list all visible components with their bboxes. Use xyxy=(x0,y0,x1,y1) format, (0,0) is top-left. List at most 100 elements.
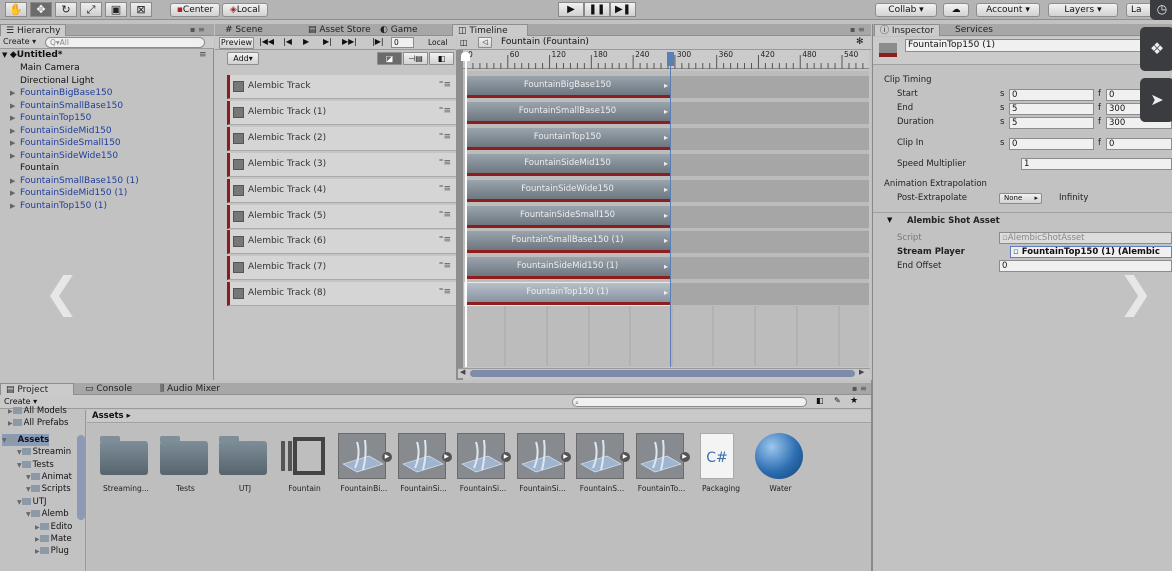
project-tree-item[interactable]: ▶ All Prefabs xyxy=(8,417,68,429)
frame-input[interactable]: 0 xyxy=(391,37,414,48)
track-lane[interactable] xyxy=(670,205,869,228)
project-tree-item[interactable]: ▶ All Models xyxy=(8,405,67,417)
step-button[interactable]: ▶❚ xyxy=(610,2,636,17)
tab-hierarchy[interactable]: ☰ Hierarchy xyxy=(0,24,67,36)
pivot-local-button[interactable]: ◈Local xyxy=(222,3,268,17)
loop-icon[interactable]: |▶| xyxy=(372,37,384,46)
asset-item[interactable]: Streaming... xyxy=(100,433,152,493)
tab-services[interactable]: Services xyxy=(950,24,998,36)
favorite-star-icon[interactable]: ★ xyxy=(850,396,858,406)
add-track-button[interactable]: Add▾ xyxy=(227,52,259,65)
tab-asset-store[interactable]: ▤ Asset Store xyxy=(303,24,376,36)
asset-item[interactable]: UTJ xyxy=(219,433,271,493)
curves-toggle-button[interactable]: ◪ xyxy=(377,52,402,65)
expand-arrow-icon[interactable]: ▶ xyxy=(10,187,20,200)
tab-timeline[interactable]: ◫ Timeline xyxy=(452,24,528,36)
project-tree-item[interactable]: ▼ UTJ xyxy=(17,496,47,508)
expand-arrow-icon[interactable]: ▶ xyxy=(10,100,20,113)
play-preview-icon[interactable]: ▶ xyxy=(382,452,392,462)
track-lane[interactable] xyxy=(670,101,869,124)
hierarchy-create-button[interactable]: Create ▾ xyxy=(3,37,36,46)
project-tree-item[interactable]: ▼ Tests xyxy=(17,459,54,471)
asset-item[interactable]: ▶ FountainS... xyxy=(576,433,630,493)
snap-toggle-button[interactable]: ⊣▤ xyxy=(403,52,428,65)
asset-item[interactable]: ▶ FountainTo... xyxy=(635,433,690,493)
track-lane[interactable] xyxy=(670,179,869,202)
timeline-clip[interactable]: FountainSideSmall150 ▸ xyxy=(465,205,670,228)
track-menu-icon[interactable]: ⁼≡ xyxy=(439,106,451,116)
play-preview-icon[interactable]: ▶ xyxy=(679,452,690,462)
track-lane[interactable] xyxy=(670,76,869,98)
move-tool-icon[interactable]: ✥ xyxy=(30,2,52,17)
component-foldout-icon[interactable]: ▼ xyxy=(887,216,892,224)
hierarchy-search-input[interactable]: Q▾All xyxy=(45,37,205,48)
hierarchy-item[interactable]: Directional Light xyxy=(10,75,94,88)
speed-multiplier-field[interactable]: 1 xyxy=(1021,158,1172,170)
seconds-field[interactable]: 5 xyxy=(1009,117,1094,129)
track-menu-icon[interactable]: ⁼≡ xyxy=(439,80,451,90)
hierarchy-item[interactable]: Main Camera xyxy=(10,62,80,75)
pivot-center-button[interactable]: ▪Center xyxy=(170,3,220,17)
tab-audio-mixer[interactable]: ⫼ Audio Mixer xyxy=(155,383,225,395)
hierarchy-item[interactable]: ▶ FountainTop150 (1) xyxy=(10,200,107,213)
goto-end-icon[interactable]: ▶▶| xyxy=(342,37,357,46)
seconds-field[interactable]: 0 xyxy=(1009,138,1094,150)
hierarchy-item[interactable]: ▶ FountainSideMid150 (1) xyxy=(10,187,127,200)
tab-scene[interactable]: # Scene xyxy=(220,24,268,36)
hierarchy-item[interactable]: Fountain xyxy=(10,162,59,175)
hierarchy-item[interactable]: ▶ FountainSideSmall150 xyxy=(10,137,121,150)
pause-button[interactable]: ❚❚ xyxy=(584,2,610,17)
asset-breadcrumb[interactable]: Assets ▸ xyxy=(92,410,131,423)
hierarchy-item[interactable]: ▶ FountainSideWide150 xyxy=(10,150,118,163)
timeline-track[interactable]: Alembic Track (5) ⁼≡ xyxy=(227,204,456,229)
post-extrapolate-dropdown[interactable]: None ▸ xyxy=(999,193,1042,204)
scene-row[interactable]: ▼ ◆Untitled* xyxy=(2,49,63,62)
timeline-track[interactable]: Alembic Track (4) ⁼≡ xyxy=(227,178,456,203)
track-menu-icon[interactable]: ⁼≡ xyxy=(439,158,451,168)
next-frame-icon[interactable]: ▶| xyxy=(323,37,332,46)
timeline-track[interactable]: Alembic Track ⁼≡ xyxy=(227,75,456,99)
playhead-handle[interactable] xyxy=(461,52,470,61)
track-menu-icon[interactable]: ⁼≡ xyxy=(439,261,451,271)
asset-item[interactable]: ▶ FountainSi... xyxy=(397,433,452,493)
side-overlay-button-1[interactable]: ❖ xyxy=(1140,27,1172,71)
local-time-toggle[interactable]: Local xyxy=(428,38,447,47)
transform-tool-icon[interactable]: ⊠ xyxy=(130,2,152,17)
asset-item[interactable]: Tests xyxy=(159,433,212,493)
timeline-panel-menu-icon[interactable]: ▪ ≡ xyxy=(850,25,865,34)
track-lane[interactable] xyxy=(670,283,869,306)
playhead-line[interactable] xyxy=(465,52,467,367)
timeline-clip[interactable]: FountainTop150 (1) ▸ xyxy=(464,282,671,307)
timeline-clip[interactable]: FountainBigBase150 ▸ xyxy=(465,76,670,98)
timeline-clip[interactable]: FountainSideWide150 ▸ xyxy=(465,179,670,202)
track-menu-icon[interactable]: ⁼≡ xyxy=(439,210,451,220)
rect-tool-icon[interactable]: ▣ xyxy=(105,2,127,17)
collab-button[interactable]: Collab ▾ xyxy=(875,3,937,17)
scroll-right-icon[interactable]: ▶ xyxy=(859,368,864,376)
timeline-clip[interactable]: FountainSmallBase150 (1) ▸ xyxy=(465,231,670,254)
layers-button[interactable]: Layers ▾ xyxy=(1048,3,1118,17)
track-menu-icon[interactable]: ⁼≡ xyxy=(439,184,451,194)
asset-item[interactable]: ▶ FountainBi... xyxy=(338,433,392,493)
stream-player-field[interactable]: ▫ FountainTop150 (1) (Alembic xyxy=(1010,246,1172,258)
expand-arrow-icon[interactable]: ▶ xyxy=(10,150,20,163)
markers-toggle-button[interactable]: ◧ xyxy=(429,52,454,65)
play-button[interactable]: ▶ xyxy=(558,2,584,17)
project-panel-menu-icon[interactable]: ▪ ≡ xyxy=(852,384,867,393)
track-lane[interactable] xyxy=(670,257,869,280)
seconds-field[interactable]: 0 xyxy=(1009,89,1094,101)
cloud-button[interactable]: ☁ xyxy=(943,3,969,17)
project-tree-item[interactable]: ▼ Animat xyxy=(26,471,72,483)
play-preview-icon[interactable]: ▶ xyxy=(441,452,452,462)
timeline-track[interactable]: Alembic Track (1) ⁼≡ xyxy=(227,100,456,125)
hand-tool-icon[interactable]: ✋ xyxy=(5,2,27,17)
tab-game[interactable]: ◐ Game xyxy=(375,24,423,36)
play-timeline-icon[interactable]: ▶ xyxy=(303,37,309,46)
side-overlay-button-2[interactable]: ➤ xyxy=(1140,78,1172,122)
play-preview-icon[interactable]: ▶ xyxy=(501,452,511,462)
expand-arrow-icon[interactable]: ▶ xyxy=(10,87,20,100)
hierarchy-item[interactable]: ▶ FountainSideMid150 xyxy=(10,125,112,138)
asset-item[interactable]: Water xyxy=(754,433,807,493)
seconds-field[interactable]: 5 xyxy=(1009,103,1094,115)
end-marker-line[interactable] xyxy=(670,52,671,367)
